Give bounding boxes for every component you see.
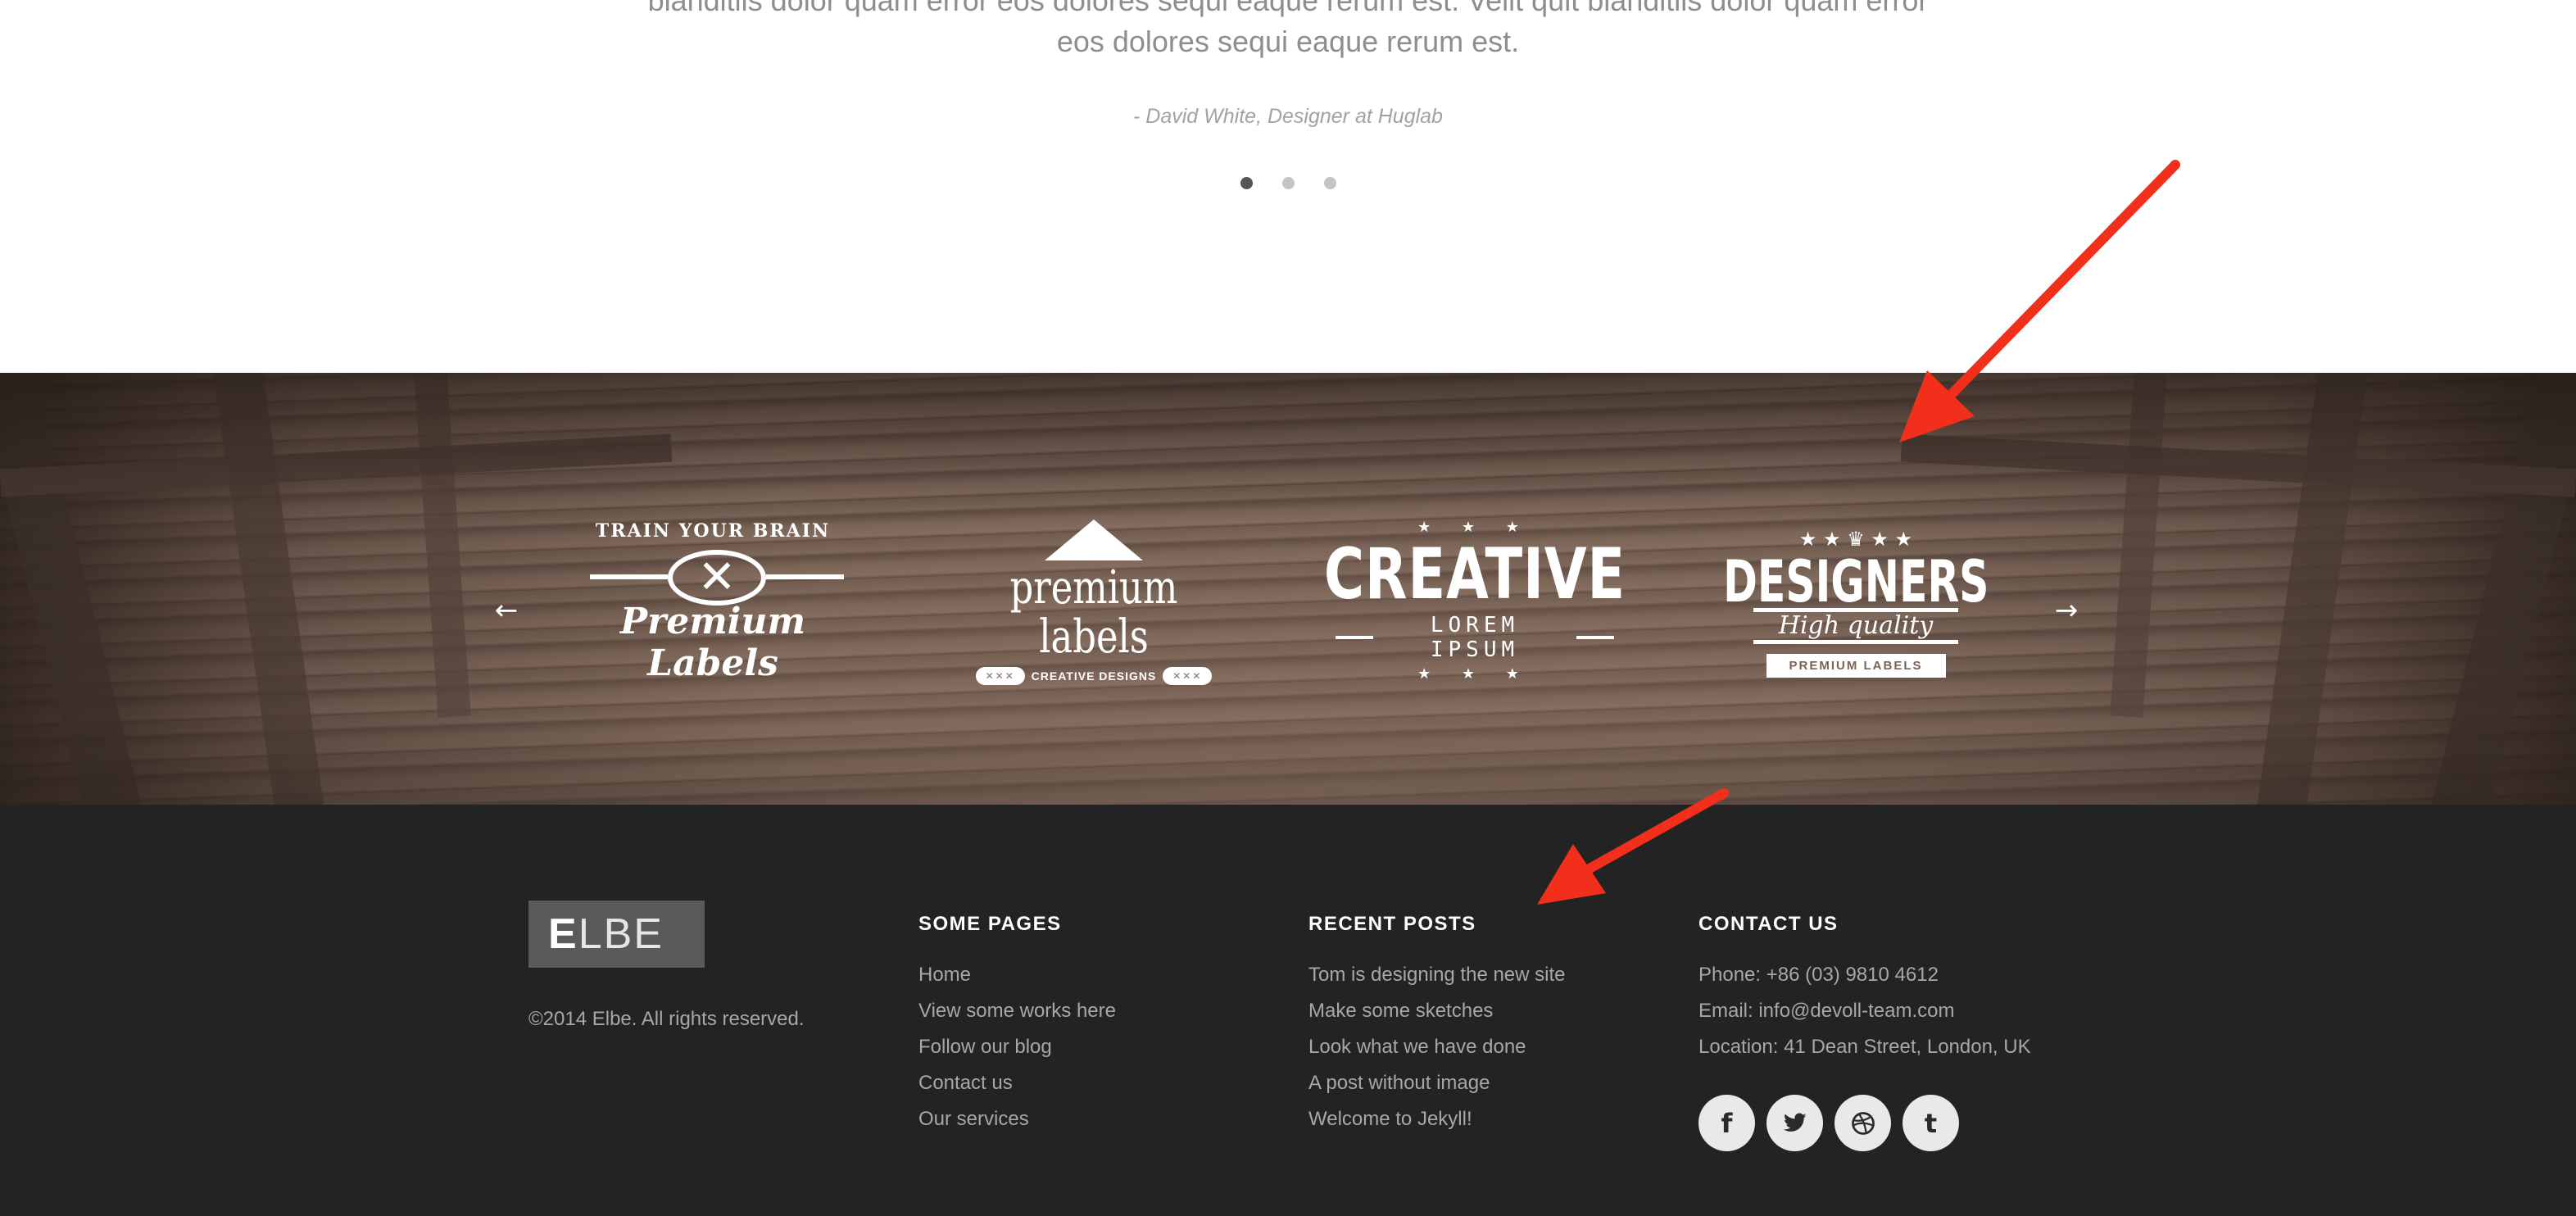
testimonial-pagination <box>0 177 2576 189</box>
mountain-icon <box>1045 520 1143 560</box>
client-logo-creative[interactable]: ★ ★ ★ CREATIVE LOREM IPSUM ★ ★ ★ <box>1324 519 1625 684</box>
logo-pill: ✕✕✕ <box>975 667 1025 685</box>
recent-post-link[interactable]: Look what we have done <box>1308 1029 1566 1065</box>
contact-location: Location: 41 Dean Street, London, UK <box>1698 1036 2031 1058</box>
twitter-icon[interactable] <box>1766 1095 1823 1151</box>
client-logo-designers[interactable]: ★ ★ ♛ ★ ★ DESIGNERS High quality PREMIUM… <box>1723 520 1989 684</box>
testimonial-quote-line: blanditiis dolor quam error eos dolores … <box>647 0 1929 17</box>
footer-column-posts: RECENT POSTS Tom is designing the new si… <box>1308 913 1566 1137</box>
background-shade <box>0 373 2576 805</box>
client-logo-premium-labels-badge[interactable]: TRAIN YOUR BRAIN ✕ Premium Labels <box>565 520 860 684</box>
recent-post-link[interactable]: Welcome to Jekyll! <box>1308 1101 1566 1137</box>
footer-link-services[interactable]: Our services <box>918 1101 1116 1137</box>
footer-heading: CONTACT US <box>1698 913 1839 935</box>
footer-link-blog[interactable]: Follow our blog <box>918 1029 1116 1065</box>
testimonial-author: - David White, Designer at Huglab <box>1133 105 1443 128</box>
logo-emblem: ✕ <box>582 545 844 606</box>
pagination-dot-2[interactable] <box>1281 177 1295 189</box>
logo-sub-text: LOREM IPSUM <box>1430 613 1520 662</box>
logo-sub-row: ✕✕✕ CREATIVE DESIGNS ✕✕✕ <box>975 667 1213 685</box>
site-footer: ELBE ©2014 Elbe. All rights reserved. SO… <box>0 805 2576 1216</box>
footer-link-home[interactable]: Home <box>918 957 1116 993</box>
client-logo-premium-labels[interactable]: premium labels ✕✕✕ CREATIVE DESIGNS ✕✕✕ <box>967 520 1221 685</box>
logo-main-text: premium labels <box>1009 561 1178 664</box>
logo-pill: ✕✕✕ <box>1163 667 1213 685</box>
recent-post-link[interactable]: Make some sketches <box>1308 993 1566 1029</box>
carousel-prev-button[interactable]: ← <box>490 594 523 627</box>
crossed-tools-icon: ✕ <box>697 551 737 604</box>
footer-column-contact: CONTACT US Phone: +86 (03) 9810 4612 Ema… <box>1698 913 2031 1151</box>
footer-column-pages: SOME PAGES Home View some works here Fol… <box>918 913 1116 1137</box>
tumblr-icon[interactable]: t <box>1903 1095 1959 1151</box>
logo-sub-text: CREATIVE DESIGNS <box>1031 669 1157 683</box>
copyright-text: ©2014 Elbe. All rights reserved. <box>528 1008 805 1030</box>
stars-icon: ★ ★ ★ <box>1417 665 1532 683</box>
footer-heading: SOME PAGES <box>918 913 1062 935</box>
logo-top-text: TRAIN YOUR BRAIN <box>595 520 831 542</box>
social-links: f t <box>1698 1095 2031 1151</box>
logo-rest: LBE <box>578 910 664 958</box>
pagination-dot-1[interactable] <box>1240 177 1253 189</box>
dribbble-ball-glyph <box>1851 1111 1875 1135</box>
contact-phone: Phone: +86 (03) 9810 4612 <box>1698 964 1939 986</box>
contact-email: Email: info@devoll-team.com <box>1698 1000 1955 1022</box>
recent-post-link[interactable]: Tom is designing the new site <box>1308 957 1566 993</box>
logo-main-text: CREATIVE <box>1323 533 1626 615</box>
pagination-dot-3[interactable] <box>1323 177 1336 189</box>
logo-main-text: DESIGNERS <box>1722 547 1989 615</box>
facebook-icon[interactable]: f <box>1698 1095 1755 1151</box>
logo-initial: E <box>548 910 578 958</box>
footer-heading: RECENT POSTS <box>1308 913 1476 935</box>
footer-pages-list: Home View some works here Follow our blo… <box>918 957 1116 1137</box>
testimonial-quote-line: eos dolores sequi eaque rerum est. <box>1056 25 1520 58</box>
logo-rule <box>1576 636 1614 639</box>
footer-link-works[interactable]: View some works here <box>918 993 1116 1029</box>
testimonial-section: blanditiis dolor quam error eos dolores … <box>0 0 2576 373</box>
twitter-bird-glyph <box>1783 1113 1807 1132</box>
carousel-next-button[interactable]: → <box>2050 594 2083 627</box>
logo-rule <box>1336 636 1374 639</box>
dribbble-icon[interactable] <box>1834 1095 1891 1151</box>
recent-post-link[interactable]: A post without image <box>1308 1065 1566 1101</box>
clients-carousel: ← → TRAIN YOUR BRAIN ✕ Premium Labels pr… <box>0 373 2576 805</box>
footer-posts-list: Tom is designing the new site Make some … <box>1308 957 1566 1137</box>
logo-sub-row: LOREM IPSUM <box>1336 613 1614 662</box>
logo-bottom-text: Premium Labels <box>619 601 806 684</box>
footer-link-contact[interactable]: Contact us <box>918 1065 1116 1101</box>
crown-icon: ★ ★ ♛ ★ ★ <box>1798 527 1913 551</box>
contact-list: Phone: +86 (03) 9810 4612 Email: info@de… <box>1698 957 2031 1065</box>
footer-logo[interactable]: ELBE <box>528 901 705 968</box>
logo-ribbon: PREMIUM LABELS <box>1766 653 1946 678</box>
